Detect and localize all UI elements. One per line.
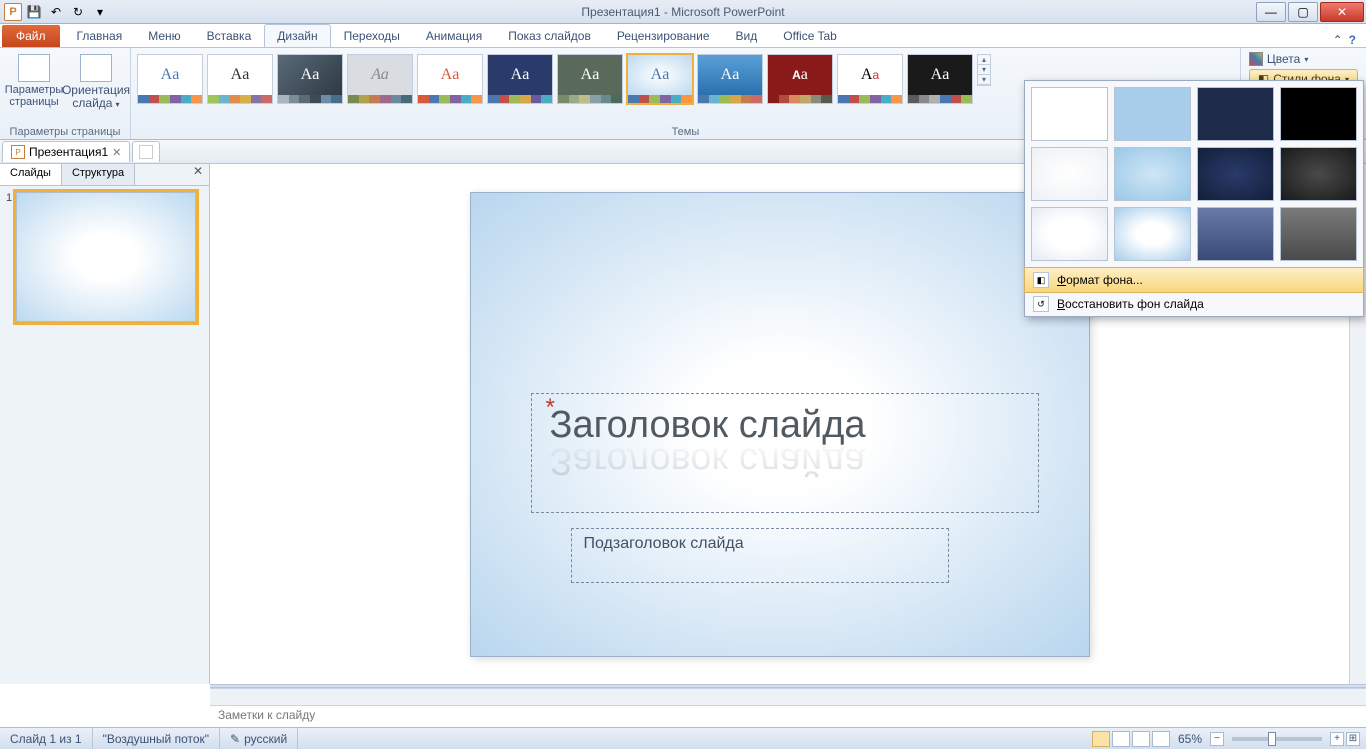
background-styles-panel: ◧ Формат фона... ↺ Восстановить фон слай…: [1024, 80, 1364, 317]
zoom-slider[interactable]: [1232, 737, 1322, 741]
redo-icon[interactable]: ↻: [68, 3, 88, 21]
slides-tab[interactable]: Слайды: [0, 164, 62, 185]
file-tab[interactable]: Файл: [2, 25, 60, 47]
tab-menu[interactable]: Меню: [135, 24, 193, 47]
orientation-icon: [80, 54, 112, 82]
new-tab-button[interactable]: [132, 141, 160, 162]
title-placeholder[interactable]: * Заголовок слайда Заголовок слайда: [531, 393, 1039, 513]
tab-home[interactable]: Главная: [64, 24, 136, 47]
theme-thumb[interactable]: Aa: [767, 54, 833, 104]
group-page-setup: Параметры страницы Ориентация слайда ▾ П…: [0, 48, 131, 139]
status-theme[interactable]: "Воздушный поток": [93, 728, 220, 749]
theme-thumb[interactable]: Aa: [837, 54, 903, 104]
group-label-page-setup: Параметры страницы: [6, 125, 124, 139]
bg-style[interactable]: [1114, 147, 1191, 201]
tab-office[interactable]: Office Tab: [770, 24, 850, 47]
window-controls: — ▢ ✕: [1256, 2, 1366, 22]
subtitle-placeholder[interactable]: Подзаголовок слайда: [571, 528, 949, 583]
status-language[interactable]: ✎русский: [220, 728, 298, 749]
slide-orientation-button[interactable]: Ориентация слайда ▾: [68, 50, 124, 110]
thumbnail-list: 1: [0, 186, 209, 684]
ribbon-tab-strip: Файл Главная Меню Вставка Дизайн Переход…: [0, 24, 1366, 48]
close-button[interactable]: ✕: [1320, 2, 1364, 22]
window-title: Презентация1 - Microsoft PowerPoint: [581, 5, 784, 19]
zoom-level[interactable]: 65%: [1178, 732, 1202, 746]
help-icon[interactable]: ?: [1349, 33, 1356, 47]
slideshow-view-button[interactable]: [1152, 731, 1170, 747]
reading-view-button[interactable]: [1132, 731, 1150, 747]
theme-thumb[interactable]: Aa: [627, 54, 693, 104]
tab-transitions[interactable]: Переходы: [331, 24, 413, 47]
page-setup-icon: [18, 54, 50, 82]
qat-dropdown-icon[interactable]: ▾: [90, 3, 110, 21]
slide-preview: [16, 192, 196, 322]
bg-style[interactable]: [1280, 147, 1357, 201]
theme-thumb[interactable]: Aa: [277, 54, 343, 104]
page-setup-button[interactable]: Параметры страницы: [6, 50, 62, 108]
notes-pane[interactable]: Заметки к слайду: [210, 705, 1366, 727]
theme-thumb[interactable]: Aa: [907, 54, 973, 104]
tab-animations[interactable]: Анимация: [413, 24, 495, 47]
bg-style[interactable]: [1031, 87, 1108, 141]
minimize-button[interactable]: —: [1256, 2, 1286, 22]
background-styles-grid: [1025, 81, 1363, 267]
bg-style[interactable]: [1197, 147, 1274, 201]
outline-tab[interactable]: Структура: [62, 164, 135, 185]
theme-thumb[interactable]: Aa: [557, 54, 623, 104]
status-bar: Слайд 1 из 1 "Воздушный поток" ✎русский …: [0, 727, 1366, 749]
status-slide-counter[interactable]: Слайд 1 из 1: [0, 728, 93, 749]
document-tab[interactable]: P Презентация1 ✕: [2, 141, 130, 162]
horizontal-scrollbar[interactable]: [210, 688, 1366, 705]
normal-view-button[interactable]: [1092, 731, 1110, 747]
tab-review[interactable]: Рецензирование: [604, 24, 723, 47]
bg-style[interactable]: [1031, 147, 1108, 201]
format-bg-icon: ◧: [1033, 272, 1049, 288]
spellcheck-icon: ✎: [230, 732, 240, 746]
tab-insert[interactable]: Вставка: [194, 24, 265, 47]
bg-style[interactable]: [1280, 207, 1357, 261]
app-icon[interactable]: P: [4, 3, 22, 21]
themes-scroll[interactable]: ▴▾▾: [977, 54, 991, 86]
bg-style[interactable]: [1114, 207, 1191, 261]
fit-to-window-button[interactable]: ⊞: [1346, 732, 1360, 746]
panel-close-icon[interactable]: ✕: [187, 164, 209, 185]
background-menu: ◧ Формат фона... ↺ Восстановить фон слай…: [1025, 267, 1363, 316]
maximize-button[interactable]: ▢: [1288, 2, 1318, 22]
zoom-out-button[interactable]: −: [1210, 732, 1224, 746]
bg-style[interactable]: [1280, 87, 1357, 141]
theme-thumb[interactable]: Аа: [347, 54, 413, 104]
tab-design[interactable]: Дизайн: [264, 24, 330, 47]
theme-thumb[interactable]: Aa: [207, 54, 273, 104]
blank-doc-icon: [139, 145, 153, 159]
zoom-in-button[interactable]: +: [1330, 732, 1344, 746]
close-doc-icon[interactable]: ✕: [112, 146, 121, 159]
panel-tabs: Слайды Структура ✕: [0, 164, 209, 186]
bg-style[interactable]: [1197, 87, 1274, 141]
slide-canvas[interactable]: * Заголовок слайда Заголовок слайда Подз…: [470, 192, 1090, 657]
restore-background-item[interactable]: ↺ Восстановить фон слайда: [1025, 292, 1363, 316]
bg-style[interactable]: [1031, 207, 1108, 261]
bg-style[interactable]: [1114, 87, 1191, 141]
sorter-view-button[interactable]: [1112, 731, 1130, 747]
presentation-icon: P: [11, 145, 25, 159]
ribbon-minimize-icon[interactable]: ⌃: [1333, 33, 1343, 47]
colors-dropdown[interactable]: Цвета ▾: [1249, 52, 1358, 66]
theme-thumb[interactable]: Aa: [487, 54, 553, 104]
theme-thumb[interactable]: Aa: [697, 54, 763, 104]
save-icon[interactable]: 💾: [24, 3, 44, 21]
restore-bg-icon: ↺: [1033, 296, 1049, 312]
theme-thumb[interactable]: Aa: [417, 54, 483, 104]
slide-thumbnail[interactable]: 1: [6, 192, 203, 322]
bg-style[interactable]: [1197, 207, 1274, 261]
undo-icon[interactable]: ↶: [46, 3, 66, 21]
theme-thumb[interactable]: Aa: [137, 54, 203, 104]
tab-view[interactable]: Вид: [723, 24, 771, 47]
title-bar: P 💾 ↶ ↻ ▾ Презентация1 - Microsoft Power…: [0, 0, 1366, 24]
quick-access-toolbar: P 💾 ↶ ↻ ▾: [0, 3, 110, 21]
slide-panel: Слайды Структура ✕ 1: [0, 164, 210, 684]
format-background-item[interactable]: ◧ Формат фона...: [1024, 267, 1364, 293]
tab-slideshow[interactable]: Показ слайдов: [495, 24, 604, 47]
